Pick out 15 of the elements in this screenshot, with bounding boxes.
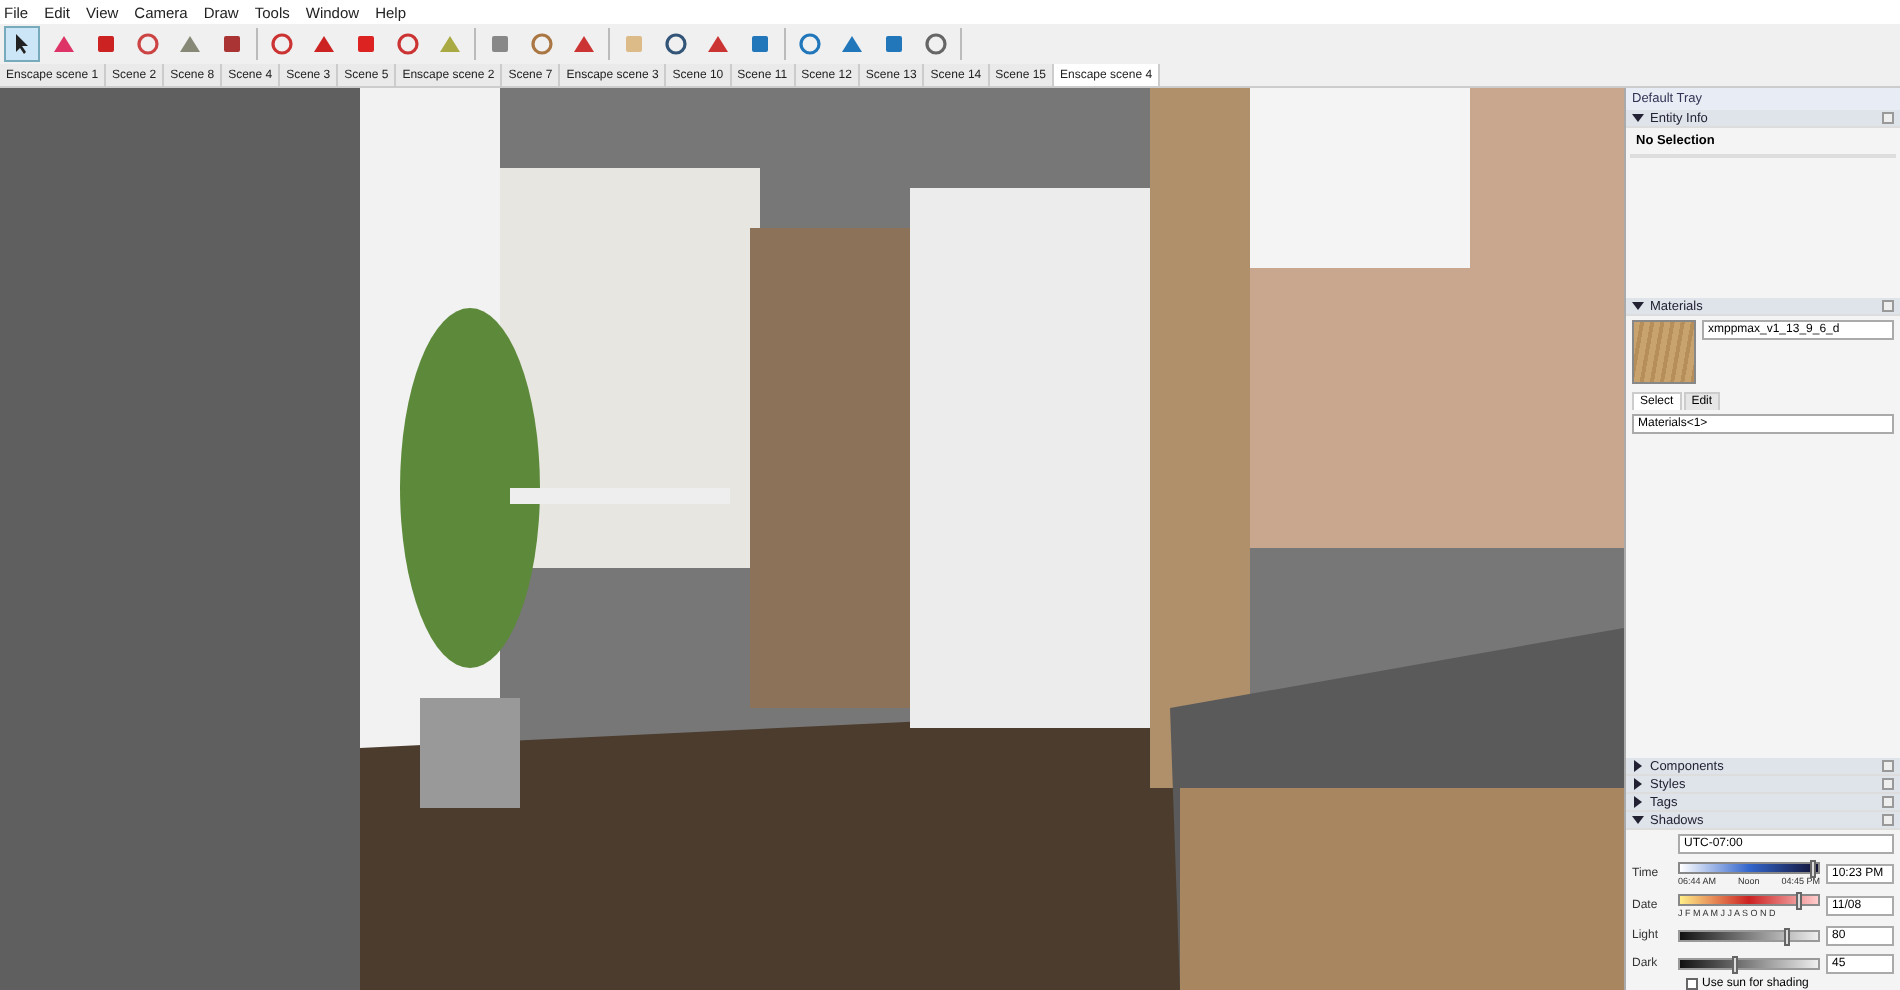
caret-icon — [1632, 300, 1644, 312]
time-slider[interactable] — [1678, 862, 1820, 874]
slider-thumb[interactable] — [1731, 956, 1738, 974]
material-swatch — [1632, 320, 1696, 384]
slider-track[interactable] — [1678, 958, 1820, 970]
date-slider[interactable] — [1678, 894, 1820, 906]
select-icon — [10, 32, 34, 56]
toolbar-button[interactable] — [4, 26, 40, 62]
close-button[interactable] — [1882, 300, 1894, 312]
slider-thumb[interactable] — [1796, 892, 1803, 910]
slider-thumb[interactable] — [1783, 928, 1790, 946]
checkbox[interactable] — [1686, 978, 1698, 990]
slider-track[interactable] — [1678, 930, 1820, 942]
close-button[interactable] — [1882, 112, 1894, 124]
slider-thumb[interactable] — [1809, 860, 1816, 878]
